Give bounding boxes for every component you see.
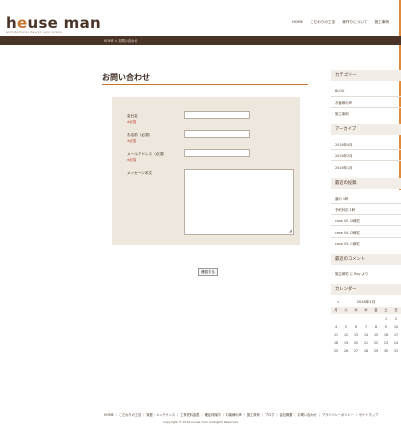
- breadcrumb: HOME > お問い合わせ: [104, 38, 138, 43]
- sidebar-category-blog[interactable]: BLOG: [335, 89, 344, 93]
- sidebar-divider: [331, 214, 401, 215]
- calendar-day: 22: [373, 341, 379, 345]
- title-underline: [102, 84, 308, 85]
- calendar-day: 25: [333, 349, 339, 353]
- calendar-day: 28: [363, 349, 369, 353]
- calendar-weekday: 火: [344, 308, 348, 312]
- calendar-day: 27: [353, 349, 359, 353]
- calendar-day: 17: [393, 333, 399, 337]
- sidebar-calendar-heading: カレンダー: [331, 284, 401, 295]
- sidebar-divider: [331, 160, 401, 161]
- sidebar-recent-item[interactable]: case 05. D様宅: [335, 218, 360, 223]
- calendar-day: 7: [364, 325, 368, 329]
- sidebar-category-voice[interactable]: お客様の声: [335, 100, 352, 105]
- sidebar-divider: [331, 107, 401, 108]
- calendar-day: 26: [343, 349, 349, 353]
- calendar-day: 6: [354, 325, 358, 329]
- sidebar-divider: [331, 96, 401, 97]
- sidebar-recent-heading: 最近の投稿: [331, 178, 401, 189]
- calendar-day: 29: [373, 349, 379, 353]
- nav-works[interactable]: 施工事例: [375, 20, 389, 24]
- sidebar-archive-item[interactable]: 2016年2月: [335, 153, 353, 158]
- sidebar-comment-item[interactable]: 施主様宅 に Ray より: [335, 271, 368, 276]
- calendar-day: 2: [394, 317, 398, 321]
- calendar-day: 12: [343, 333, 349, 337]
- sidebar-comments-heading: 最近のコメント: [331, 254, 401, 265]
- email-required: ※必須: [127, 158, 137, 162]
- sidebar-recent-item[interactable]: 予約対応 1軒: [335, 207, 355, 212]
- page-title: お問い合わせ: [102, 73, 150, 82]
- sidebar-categories-heading: カテゴリー: [331, 70, 401, 81]
- calendar-weekday: 土: [384, 308, 388, 312]
- company-input[interactable]: [184, 111, 250, 119]
- calendar-day: 20: [353, 341, 359, 345]
- site-logo[interactable]: heuse man: [6, 16, 101, 31]
- footer-links[interactable]: HOME ｜ こだわりの工法 ｜ 家庭・メンテナンス ｜ 工事完料金表 ｜ 確定…: [104, 412, 378, 417]
- calendar-weekday: 日: [394, 308, 398, 312]
- calendar-day: 30: [383, 349, 389, 353]
- calendar-day: 10: [393, 325, 399, 329]
- calendar-day: 19: [343, 341, 349, 345]
- calendar-weekday: 水: [354, 308, 358, 312]
- calendar-week-row: 12: [331, 316, 401, 323]
- calendar-day: 5: [344, 325, 348, 329]
- name-required: ※必須: [127, 139, 137, 143]
- copyright: Copyright © 2016 house man All Rights Re…: [163, 420, 238, 424]
- sidebar-recent-item[interactable]: 道の 1軒: [335, 196, 348, 201]
- breadcrumb-bar: [0, 36, 401, 45]
- calendar-day: 11: [333, 333, 339, 337]
- site-header: heuse man architectural design your plac…: [0, 0, 401, 36]
- sidebar-recent-item[interactable]: case 03. C様宅: [335, 241, 360, 246]
- calendar-day: 9: [384, 325, 388, 329]
- calendar-week-row: 11 12 13 14 15 16 17: [331, 332, 401, 339]
- calendar-day: 31: [393, 349, 399, 353]
- sidebar-archive-item[interactable]: 2016年1月: [335, 165, 353, 170]
- company-required: ※必須: [127, 120, 137, 124]
- resize-handle-icon[interactable]: ◢: [289, 229, 292, 233]
- calendar-day: 24: [393, 341, 399, 345]
- top-nav: HOME こだわりの工法 家作りについて 施工事例: [292, 20, 395, 25]
- breadcrumb-current: お問い合わせ: [118, 39, 138, 43]
- calendar-day: 8: [374, 325, 378, 329]
- calendar-week-row: 25 26 27 28 29 30 31: [331, 348, 401, 355]
- calendar-day: 23: [383, 341, 389, 345]
- breadcrumb-home[interactable]: HOME: [104, 39, 114, 43]
- logo-tagline: architectural design your place: [6, 30, 62, 34]
- calendar-day: 4: [334, 325, 338, 329]
- calendar-weekday: 木: [364, 308, 368, 312]
- calendar-day: 15: [373, 333, 379, 337]
- name-input[interactable]: [184, 130, 250, 138]
- calendar-day: 18: [333, 341, 339, 345]
- nav-method[interactable]: こだわりの工法: [310, 20, 335, 24]
- calendar-weekday: 金: [374, 308, 378, 312]
- calendar-week-row: 4 5 6 7 8 9 10: [331, 324, 401, 331]
- sidebar-archive-heading: アーカイブ: [331, 124, 401, 135]
- calendar-month: 2016年1月: [356, 300, 376, 304]
- calendar-day: 14: [363, 333, 369, 337]
- calendar-weekday-row: 月火水木金土日: [331, 307, 401, 314]
- email-input[interactable]: [184, 149, 250, 157]
- message-label: メッセージ本文: [127, 171, 153, 175]
- sidebar-category-works[interactable]: 施工事例: [335, 111, 349, 116]
- breadcrumb-separator: >: [114, 39, 118, 43]
- sidebar-divider: [331, 203, 401, 204]
- calendar-day: 1: [384, 317, 388, 321]
- calendar-day: 16: [383, 333, 389, 337]
- calendar-day: 13: [353, 333, 359, 337]
- sidebar-archive-item[interactable]: 2016年4月: [335, 142, 353, 147]
- sidebar-divider: [331, 237, 401, 238]
- calendar-week-row: 18 19 20 21 22 23 24: [331, 340, 401, 347]
- confirm-button[interactable]: 確認する: [198, 268, 218, 276]
- nav-home[interactable]: HOME: [292, 20, 303, 24]
- nav-about[interactable]: 家作りについて: [342, 20, 367, 24]
- calendar-weekday: 月: [334, 308, 338, 312]
- calendar-day: 21: [363, 341, 369, 345]
- sidebar-recent-item[interactable]: case 04. D様宅: [335, 230, 360, 235]
- sidebar-divider: [331, 149, 401, 150]
- message-textarea[interactable]: ◢: [184, 169, 294, 235]
- sidebar-divider: [331, 225, 401, 226]
